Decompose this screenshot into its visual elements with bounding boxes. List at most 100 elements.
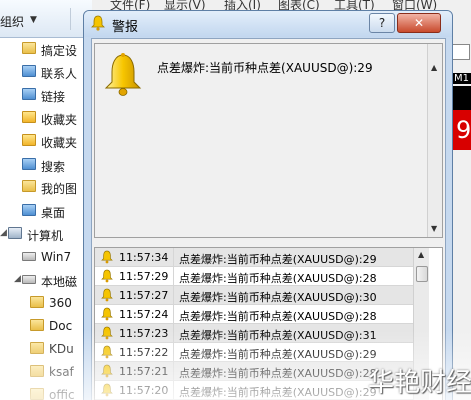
folder-icon [30,342,44,354]
shortcut-icon [22,65,36,77]
tree-item-label: 收藏夹 [41,136,78,150]
tree-item[interactable]: KDu [0,338,92,360]
tree-item[interactable]: 桌面 [0,200,92,222]
dialog-titlebar[interactable]: 警报 ? ✕ [84,11,452,37]
price-digit: 9 [456,116,471,144]
drive-icon [22,252,36,261]
shortcut-icon [22,204,36,216]
tree-item-label: Win7 [41,250,72,264]
dialog-body: 点差爆炸:当前币种点差(XAUUSD@):29 ▲ ▼ 11:57:34 点差爆炸… [91,38,446,400]
tree-item-label: Doc [49,319,73,333]
explorer-toolbar: 组织 ▼ [0,0,92,38]
tree-item-label: KDu [49,342,74,356]
log-row[interactable]: 11:57:21 点差爆炸:当前币种点差(XAUUSD@):28 [95,362,413,381]
expand-icon[interactable]: ◢ [14,274,21,284]
favorites-icon [22,111,36,123]
log-row[interactable]: 11:57:23 点差爆炸:当前币种点差(XAUUSD@):31 [95,324,413,343]
folder-icon [30,319,44,331]
alert-message: 点差爆炸:当前币种点差(XAUUSD@):29 [157,61,373,75]
folder-icon [22,42,36,54]
bell-icon [101,250,113,264]
message-scrollbar[interactable]: ▲ ▼ [427,44,442,237]
tree-item-label: 计算机 [27,229,64,243]
log-time: 11:57:23 [119,327,169,340]
column-divider [173,324,174,343]
log-time: 11:57:27 [119,289,169,302]
explorer-window: 组织 ▼ 搞定设 联系人 链接 收藏夹 收藏夹 搜索 我的图 桌面 ◢ 计算机 Win7 ◢ 本地磁 36… [0,0,92,400]
log-text: 点差爆炸:当前币种点差(XAUUSD@):29 [179,253,377,266]
organize-button[interactable]: 组织 [0,13,24,30]
dialog-title: 警报 [112,20,139,35]
column-divider [173,248,174,267]
timeframe-label: M1 [452,73,471,84]
tree-item-label: 本地磁 [41,275,78,289]
drive-icon [22,275,36,284]
shortcut-icon [22,158,36,170]
log-text: 点差爆炸:当前币种点差(XAUUSD@):28 [179,310,377,323]
tree-item-label: 360 [49,296,72,310]
tree-item-label: 搞定设 [41,44,78,58]
tree-item[interactable]: 搜索 [0,154,92,176]
tree-item[interactable]: ksaf [0,361,92,383]
expand-icon[interactable]: ◢ [0,228,7,238]
tree-item[interactable]: Doc [0,315,92,337]
tree-item[interactable]: Win7 [0,246,92,268]
tree-item-label: 我的图 [41,182,78,196]
folder-icon [30,296,44,308]
tree-item[interactable]: 收藏夹 [0,107,92,129]
help-button[interactable]: ? [369,13,395,33]
tree-item-label: 搜索 [41,160,66,174]
log-text: 点差爆炸:当前币种点差(XAUUSD@):30 [179,291,377,304]
column-divider [173,362,174,381]
bell-icon [101,345,113,359]
column-divider [173,343,174,362]
price-badge: 9 [450,110,471,150]
bell-icon [101,288,113,302]
tree-item[interactable]: 链接 [0,84,92,106]
tree-item-label: 桌面 [41,206,66,220]
alert-bell-icon [104,53,142,96]
log-time: 11:57:34 [119,251,169,264]
tree-item[interactable]: 收藏夹 [0,130,92,152]
tree-item[interactable]: ◢ 计算机 [0,223,92,245]
log-row[interactable]: 11:57:34 点差爆炸:当前币种点差(XAUUSD@):29 [95,248,413,267]
bell-icon [101,269,113,283]
log-row[interactable]: 11:57:20 点差爆炸:当前币种点差(XAUUSD@):29 [95,381,413,400]
column-divider [173,381,174,400]
log-time: 11:57:29 [119,270,169,283]
toolbar-divider [70,8,71,30]
scroll-down-icon[interactable]: ▼ [431,224,437,233]
tree-item-label: ksaf [49,365,74,379]
scroll-thumb[interactable] [416,266,428,282]
tree-item[interactable]: offic [0,384,92,400]
tree-item[interactable]: ◢ 本地磁 [0,269,92,291]
log-row[interactable]: 11:57:22 点差爆炸:当前币种点差(XAUUSD@):29 [95,343,413,362]
tree-item[interactable]: 360 [0,292,92,314]
tree-item[interactable]: 搞定设 [0,38,92,60]
message-panel: 点差爆炸:当前币种点差(XAUUSD@):29 ▲ ▼ [94,43,443,238]
log-time: 11:57:20 [119,384,169,397]
column-divider [173,305,174,324]
log-row[interactable]: 11:57:24 点差爆炸:当前币种点差(XAUUSD@):28 [95,305,413,324]
scroll-up-icon[interactable]: ▲ [418,250,424,259]
close-button[interactable]: ✕ [397,13,441,33]
log-text: 点差爆炸:当前币种点差(XAUUSD@):29 [179,348,377,361]
log-time: 11:57:21 [119,365,169,378]
log-row[interactable]: 11:57:29 点差爆炸:当前币种点差(XAUUSD@):28 [95,267,413,286]
tree-item-label: 链接 [41,90,66,104]
bell-icon [101,326,113,340]
log-row[interactable]: 11:57:27 点差爆炸:当前币种点差(XAUUSD@):30 [95,286,413,305]
chevron-down-icon: ▼ [30,15,37,25]
terminal-field[interactable] [452,44,470,60]
column-divider [173,286,174,305]
folder-icon [30,388,44,400]
tree-item[interactable]: 联系人 [0,61,92,83]
bell-icon [101,307,113,321]
scroll-up-icon[interactable]: ▲ [431,63,437,72]
computer-icon [8,227,22,239]
folder-icon [30,365,44,377]
alert-dialog: 警报 ? ✕ 点差爆炸:当前币种点差(XAUUSD@):29 ▲ ▼ 11:57… [83,10,453,400]
tree-item-label: 收藏夹 [41,113,78,127]
tree-item[interactable]: 我的图 [0,176,92,198]
column-divider [173,267,174,286]
